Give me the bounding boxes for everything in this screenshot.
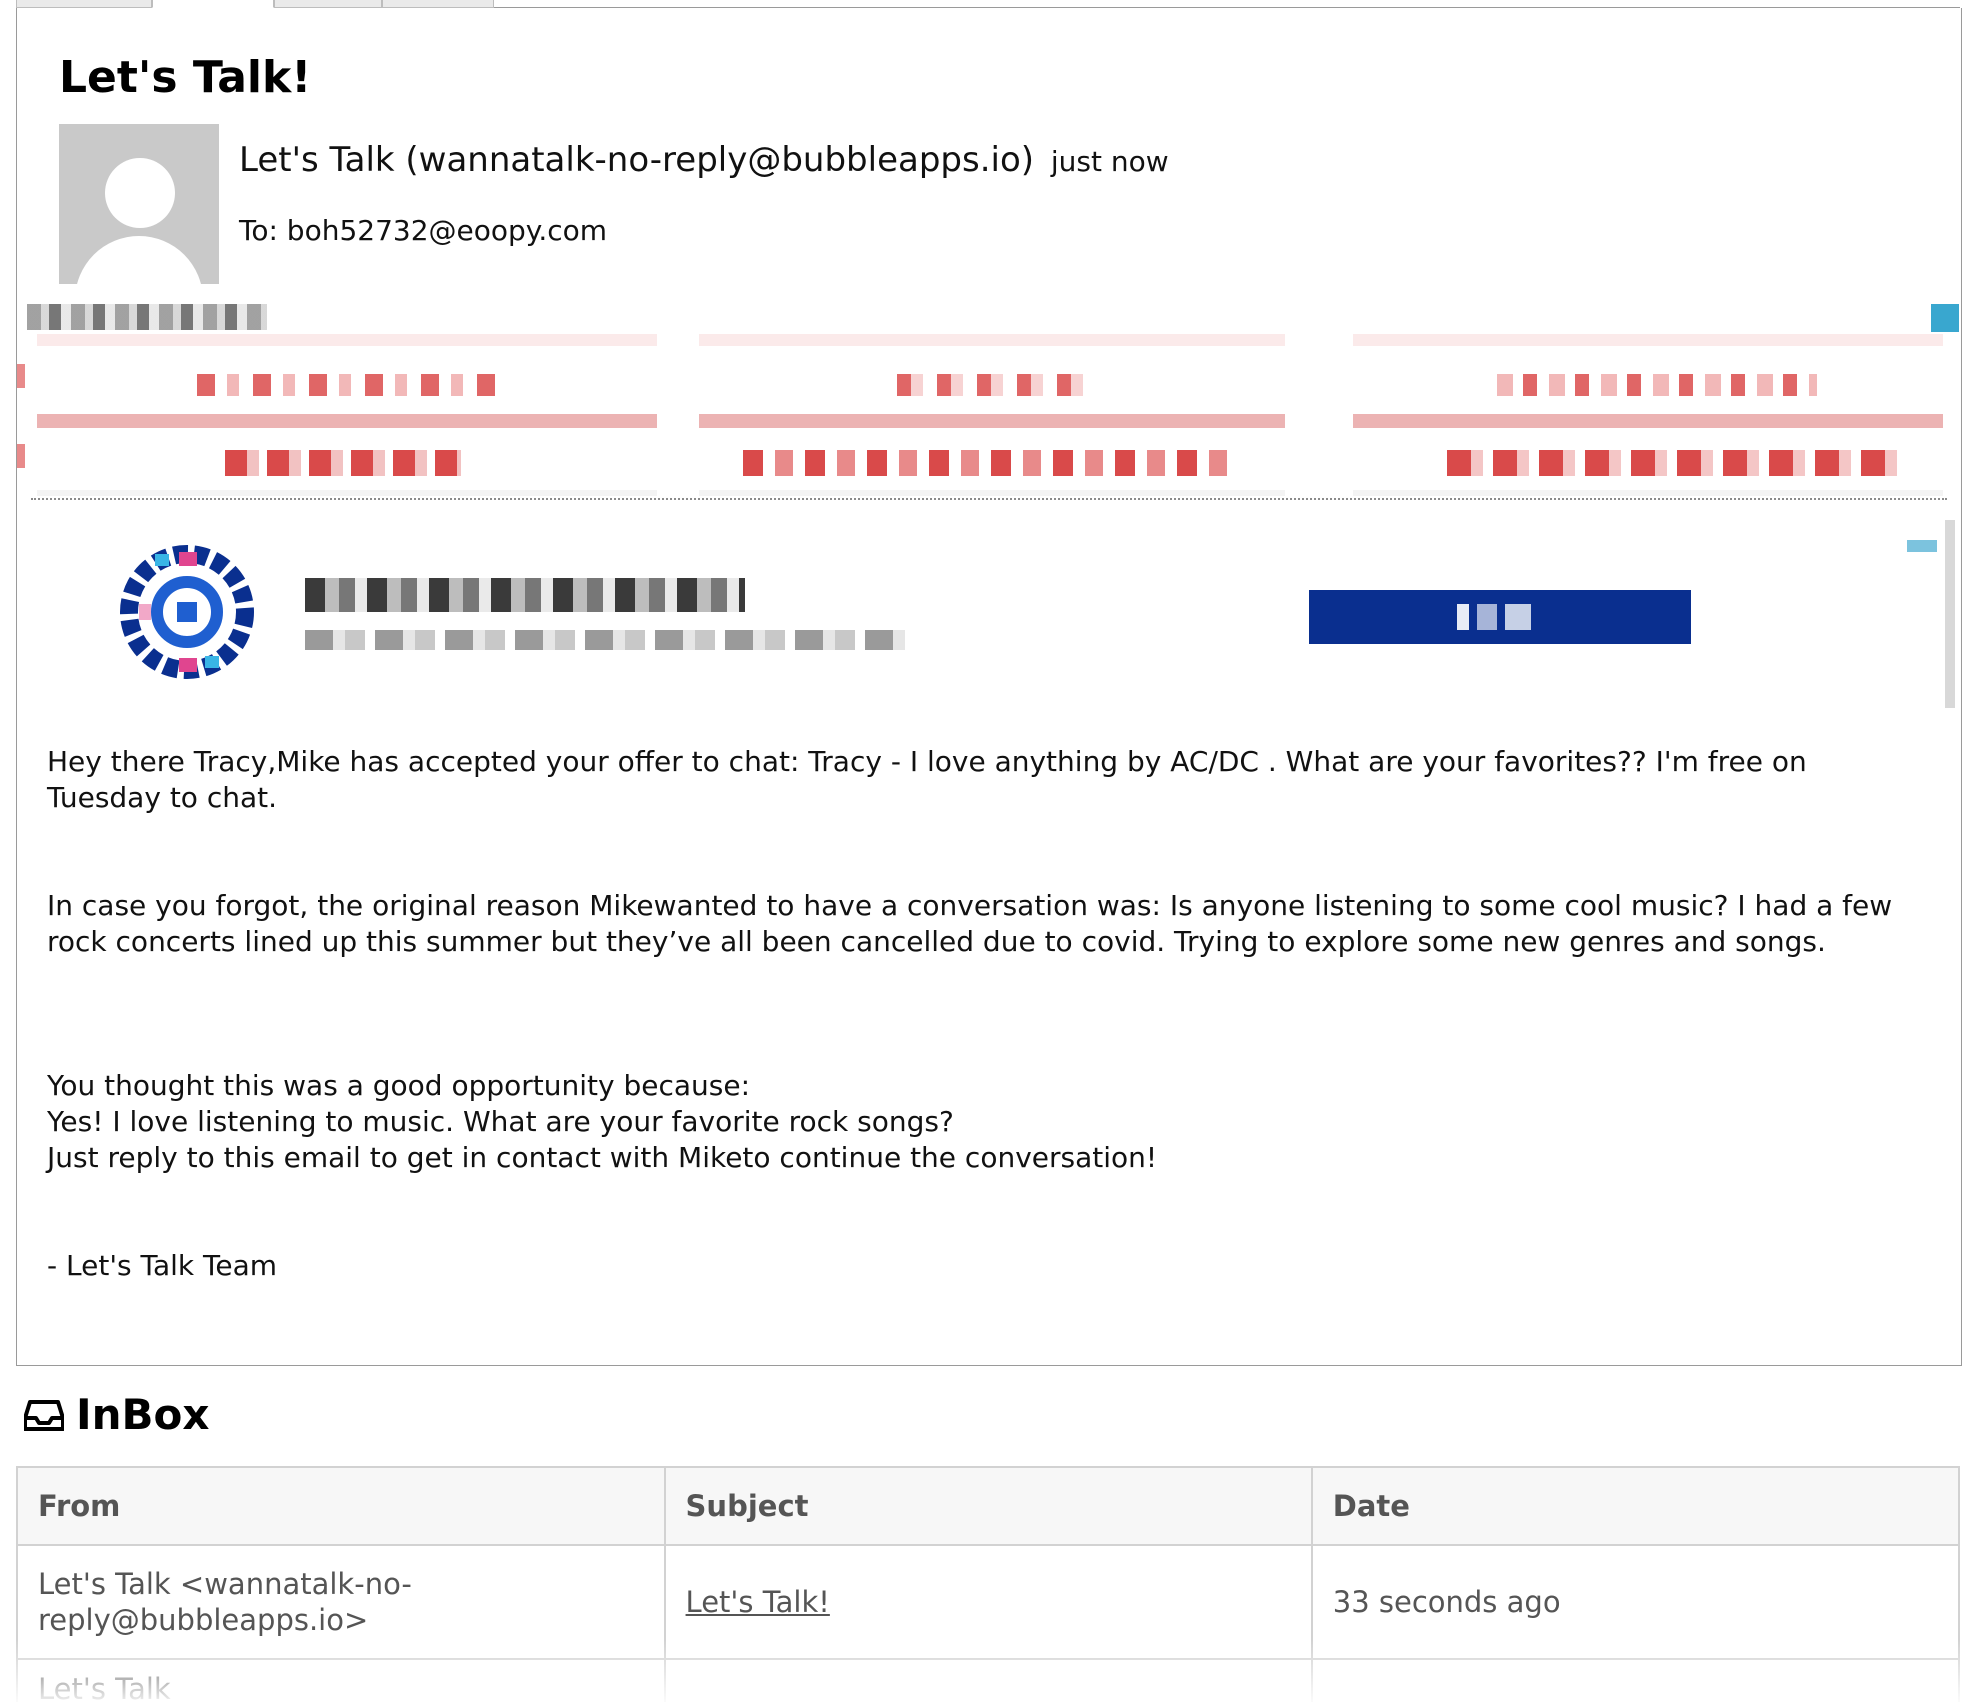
inbox-tray-icon [24,1399,64,1431]
inbox-title: InBox [76,1390,210,1439]
cell-from: Let's Talk [16,1658,666,1702]
from-line: reply@bubbleapps.io> [38,1603,369,1637]
table-row[interactable]: Let's Talk <wannatalk-no- reply@bubbleap… [16,1544,1961,1660]
email-body-line: Just reply to this email to get in conta… [47,1141,1158,1174]
email-body-paragraph-2: In case you forgot, the original reason … [47,889,1893,958]
email-body-paragraph-1: Hey there Tracy,Mike has accepted your o… [47,745,1807,814]
banner-cta-button[interactable] [1309,590,1691,644]
email-body-line: Yes! I love listening to music. What are… [47,1105,954,1138]
inbox-header-row: From Subject Date [16,1466,1961,1546]
email-subject: Let's Talk! [59,52,312,103]
email-sender: Let's Talk (wannatalk-no-reply@bubbleapp… [239,140,1169,180]
cell-date: 33 seconds ago [1310,1544,1961,1660]
from-line: Let's Talk <wannatalk-no- [38,1567,412,1601]
column-header-date[interactable]: Date [1310,1466,1961,1546]
pixelated-ad-band [17,304,1961,496]
email-body-paragraph-3: You thought this was a good opportunity … [47,1068,1927,1176]
column-header-from[interactable]: From [16,1466,666,1546]
tab-3[interactable] [274,0,382,8]
cell-from: Let's Talk <wannatalk-no- reply@bubbleap… [16,1544,666,1660]
column-header-subject[interactable]: Subject [663,1466,1313,1546]
email-signature: - Let's Talk Team [47,1249,278,1282]
email-body-line: You thought this was a good opportunity … [47,1069,751,1102]
cell-subject: Let's Talk! [663,1544,1313,1660]
inbox-table: From Subject Date Let's Talk <wannatalk-… [16,1466,1961,1702]
email-time: just now [1050,145,1169,178]
default-avatar-icon [59,124,219,284]
cell-date [1310,1658,1961,1702]
ad-divider [31,498,1947,500]
sender-name: Let's Talk (wannatalk-no-reply@bubbleapp… [239,140,1035,180]
cell-subject [663,1658,1313,1702]
tab-4[interactable] [382,0,494,8]
email-recipient: To: boh52732@eoopy.com [239,214,608,247]
subject-link[interactable]: Let's Talk! [686,1585,830,1619]
email-message-panel: Let's Talk! Let's Talk (wannatalk-no-rep… [16,8,1962,1366]
tab-active[interactable] [152,0,274,8]
tab-1[interactable] [16,0,152,8]
inbox-heading: InBox [24,1390,210,1439]
banner-scrollbar[interactable] [1945,520,1955,708]
table-row[interactable]: Let's Talk [16,1658,1961,1702]
pixelated-brand-logo-icon [120,545,254,679]
tab-strip [16,0,1960,8]
